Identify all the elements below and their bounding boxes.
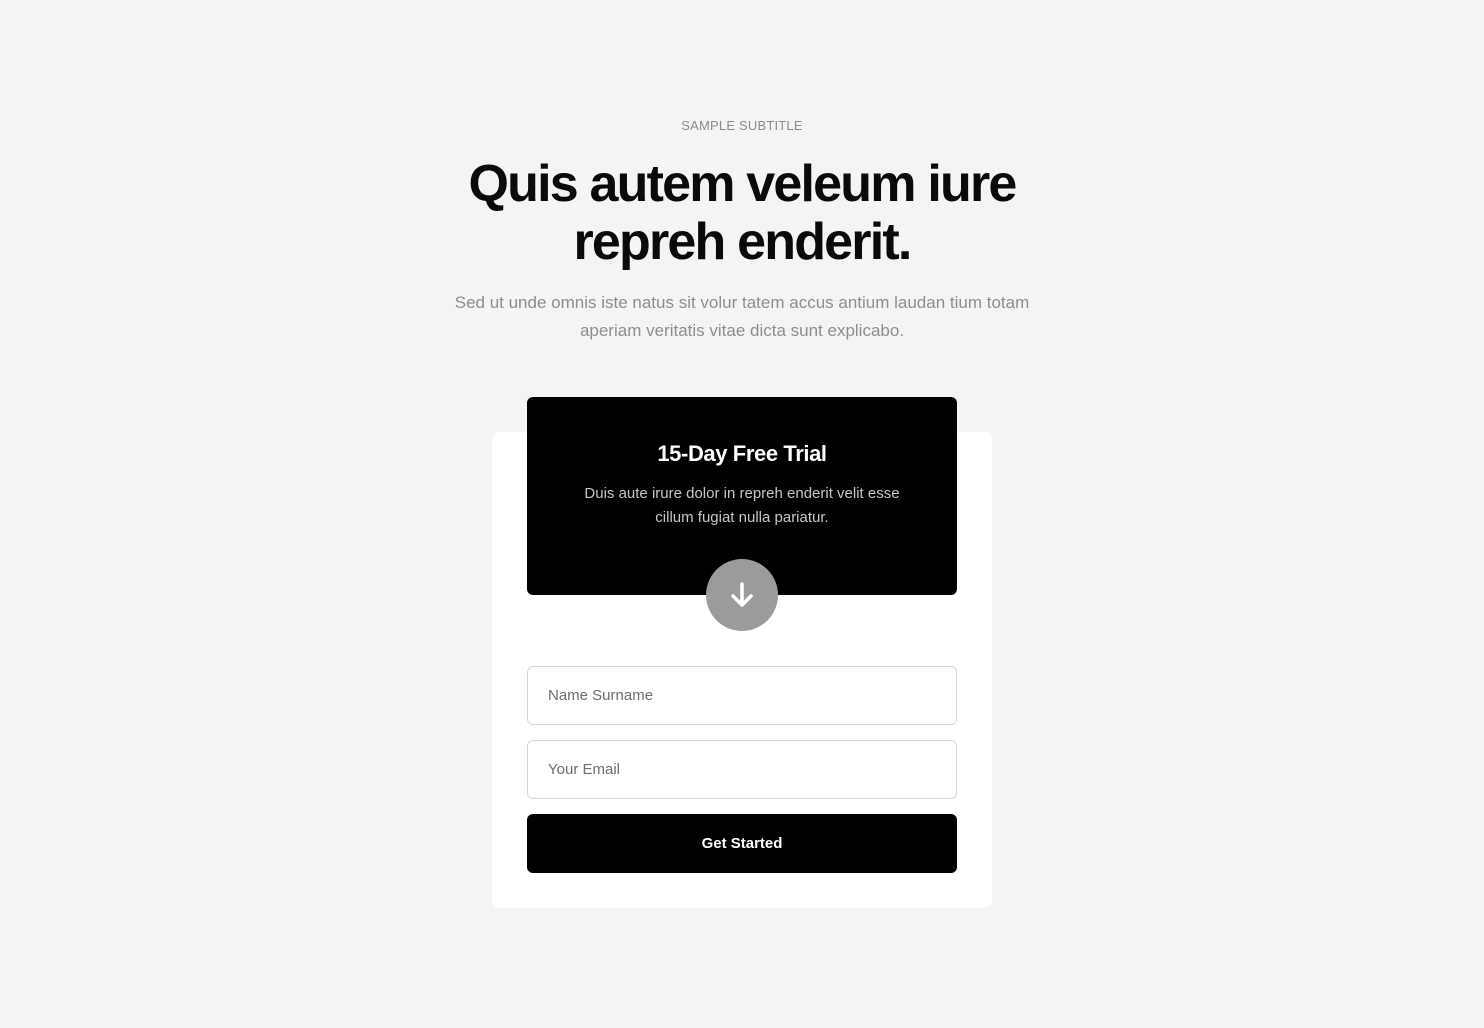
promo-title: 15-Day Free Trial	[657, 441, 827, 466]
lead-paragraph: Sed ut unde omnis iste natus sit volur t…	[454, 293, 1030, 340]
name-field[interactable]	[527, 666, 957, 725]
get-started-button[interactable]: Get Started	[527, 814, 957, 873]
arrow-down-icon	[706, 559, 778, 631]
page-headline: Quis autem veleum iure repreh enderit.	[468, 155, 1017, 271]
arrow-down-glyph	[731, 582, 753, 607]
section-subtitle: SAMPLE SUBTITLE	[681, 118, 803, 133]
promo-description: Duis aute irure dolor in repreh enderit …	[584, 485, 900, 526]
email-field[interactable]	[527, 740, 957, 799]
